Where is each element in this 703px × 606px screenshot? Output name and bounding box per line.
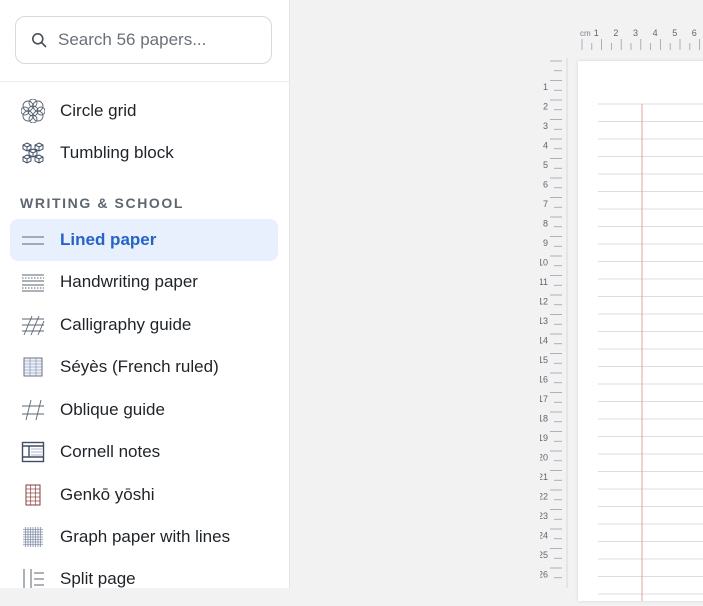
ruler-label: 18 <box>540 414 548 424</box>
ruler-label: 4 <box>543 141 548 151</box>
search-input[interactable] <box>58 17 258 63</box>
sidebar-item-handwriting-paper[interactable]: Handwriting paper <box>10 261 278 303</box>
ruler-label: 23 <box>540 511 548 521</box>
graph-lined-icon <box>23 527 43 547</box>
sidebar-item-label: Calligraphy guide <box>60 315 192 334</box>
sidebar-item-calligraphy-guide[interactable]: Calligraphy guide <box>10 304 278 346</box>
ruler-label: 26 <box>540 570 548 580</box>
ruler-label: 3 <box>543 121 548 131</box>
ruler-label: 25 <box>540 550 548 560</box>
tumbling-block-icon <box>22 142 44 164</box>
horizontal-ruler: cm 1 2 3 4 5 6 <box>578 28 703 52</box>
ruler-label: 6 <box>692 28 697 38</box>
handwriting-paper-icon <box>22 274 44 292</box>
cornell-notes-icon <box>21 441 45 463</box>
search-box[interactable] <box>15 16 272 64</box>
sidebar-item-label: Lined paper <box>60 230 157 249</box>
ruler-unit-label: cm <box>580 29 591 38</box>
ruler-label: 2 <box>613 28 618 38</box>
sidebar-item-cornell-notes[interactable]: Cornell notes <box>10 431 278 473</box>
ruler-label: 22 <box>540 492 548 502</box>
section-title-writing-school: WRITING & SCHOOL <box>20 195 185 211</box>
sidebar-item-tumbling-block[interactable]: Tumbling block <box>10 132 278 174</box>
sidebar-item-graph-paper-with-lines[interactable]: Graph paper with lines <box>10 516 278 558</box>
ruler-label: 12 <box>540 297 548 307</box>
vertical-ruler: 1234567891011121314151617181920212223242… <box>540 58 576 588</box>
ruler-label: 24 <box>540 531 548 541</box>
search-bar <box>0 0 289 82</box>
sidebar-item-label: Split page <box>60 569 136 588</box>
ruler-label: 15 <box>540 355 548 365</box>
paper-preview <box>578 61 703 601</box>
ruler-label: 19 <box>540 433 548 443</box>
ruler-label: 4 <box>653 28 658 38</box>
ruler-label: 8 <box>543 219 548 229</box>
ruler-label: 16 <box>540 375 548 385</box>
split-page-icon <box>23 569 44 588</box>
sidebar-item-label: Genkō yōshi <box>60 485 155 504</box>
ruler-label: 14 <box>540 336 548 346</box>
search-icon <box>32 33 47 48</box>
sidebar-item-seyes[interactable]: Séyès (French ruled) <box>10 346 278 388</box>
ruler-label: 3 <box>633 28 638 38</box>
seyes-icon <box>23 357 43 377</box>
ruler-label: 11 <box>540 277 548 287</box>
lined-paper-icon <box>22 236 44 245</box>
sidebar-item-label: Circle grid <box>60 101 137 120</box>
ruler-label: 5 <box>672 28 677 38</box>
sidebar-item-genko-yoshi[interactable]: Genkō yōshi <box>10 474 278 516</box>
ruler-label: 2 <box>543 102 548 112</box>
ruler-label: 13 <box>540 316 548 326</box>
ruler-label: 17 <box>540 394 548 404</box>
sidebar-item-oblique-guide[interactable]: Oblique guide <box>10 389 278 431</box>
calligraphy-guide-icon <box>22 315 45 336</box>
ruler-label: 1 <box>594 28 599 38</box>
sidebar-item-circle-grid[interactable]: Circle grid <box>10 90 278 132</box>
sidebar-item-label: Graph paper with lines <box>60 527 231 546</box>
oblique-guide-icon <box>22 399 44 421</box>
sidebar-item-label: Cornell notes <box>60 442 161 461</box>
lined-paper-preview <box>598 103 703 601</box>
ruler-label: 21 <box>540 472 548 482</box>
sidebar-item-lined-paper[interactable]: Lined paper <box>10 219 278 261</box>
genko-yoshi-icon <box>25 484 41 506</box>
sidebar-item-label: Tumbling block <box>60 143 174 162</box>
ruler-label: 9 <box>543 238 548 248</box>
sidebar-item-label: Séyès (French ruled) <box>60 357 219 376</box>
ruler-label: 20 <box>540 453 548 463</box>
ruler-label: 1 <box>543 82 548 92</box>
circle-grid-icon <box>21 99 45 123</box>
ruler-label: 5 <box>543 160 548 170</box>
paper-type-sidebar: Circle grid Tumbling block WRITING & SCH… <box>0 0 290 588</box>
sidebar-item-split-page[interactable]: Split page <box>10 558 278 588</box>
sidebar-item-label: Handwriting paper <box>60 272 198 291</box>
ruler-label: 10 <box>540 258 548 268</box>
ruler-label: 7 <box>543 199 548 209</box>
ruler-label: 6 <box>543 180 548 190</box>
preview-canvas: cm 1 2 3 4 5 6 1 2 3 4 5 6 7 8 9 10 11 12 13 14 15 16 17 18 19 20… <box>290 0 703 601</box>
sidebar-item-label: Oblique guide <box>60 400 165 419</box>
